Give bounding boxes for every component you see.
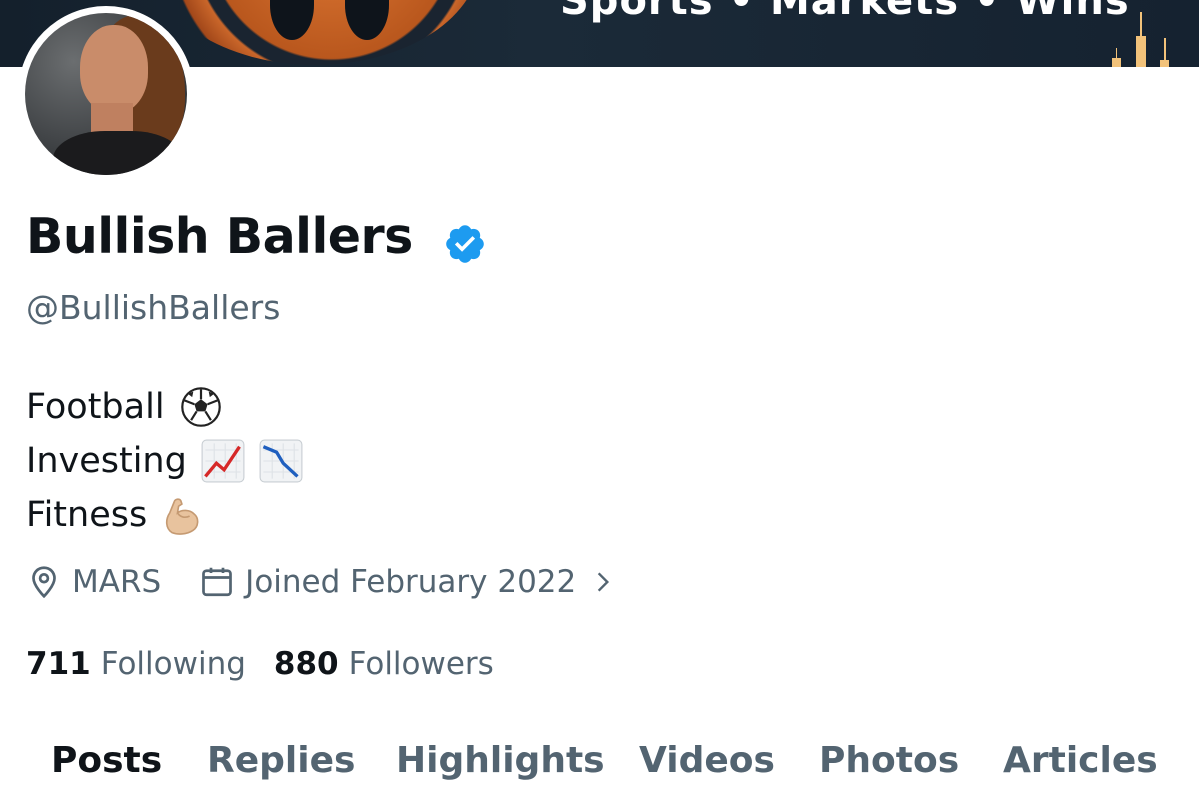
following-link[interactable]: 711 Following	[26, 646, 246, 682]
tab-posts[interactable]: Posts	[51, 740, 162, 781]
followers-count: 880	[273, 646, 339, 682]
banner-bull-logo	[150, 0, 480, 65]
profile-tabs: Posts Replies Highlights Videos Photos A…	[0, 730, 1199, 808]
profile-name: Bullish Ballers	[26, 208, 413, 265]
banner-tagline: Sports • Markets • Wins	[560, 0, 1130, 24]
location-pin-icon	[32, 566, 56, 599]
bio-line: Football	[26, 380, 303, 434]
calendar-icon	[202, 567, 233, 597]
soccer-ball-icon	[180, 387, 221, 427]
followers-label: Followers	[348, 646, 494, 682]
following-count: 711	[26, 646, 91, 682]
following-label: Following	[100, 646, 246, 682]
chevron-right-icon[interactable]	[590, 569, 616, 595]
bio-line: Investing	[26, 434, 303, 488]
verified-badge-icon[interactable]	[443, 222, 487, 266]
profile-meta: MARS Joined February 2022	[26, 560, 616, 604]
chart-decreasing-icon	[259, 439, 303, 483]
bio-text: Fitness	[26, 495, 148, 535]
profile-stats: 711 Following 880 Followers	[26, 642, 494, 686]
tab-articles[interactable]: Articles	[1003, 740, 1158, 781]
bio-line: Fitness	[26, 488, 303, 542]
profile-bio: Football Investing Fitness	[26, 380, 303, 542]
followers-link[interactable]: 880 Followers	[274, 646, 494, 682]
tab-videos[interactable]: Videos	[639, 740, 775, 781]
bio-text: Football	[26, 387, 165, 427]
avatar[interactable]	[18, 6, 194, 182]
candlestick-chart-icon	[1108, 12, 1173, 67]
flexed-biceps-icon	[166, 498, 199, 535]
tab-photos[interactable]: Photos	[819, 740, 959, 781]
joined-date[interactable]: Joined February 2022	[245, 564, 576, 600]
chart-increasing-icon	[201, 439, 245, 483]
tab-replies[interactable]: Replies	[207, 740, 355, 781]
tab-highlights[interactable]: Highlights	[396, 740, 605, 781]
profile-handle: @BullishBallers	[26, 288, 281, 327]
profile-location: MARS	[72, 564, 162, 600]
bio-text: Investing	[26, 441, 187, 481]
